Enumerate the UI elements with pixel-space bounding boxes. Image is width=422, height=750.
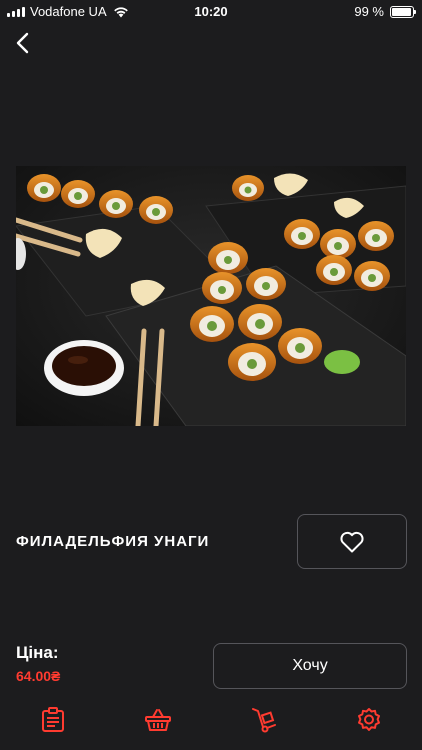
heart-icon bbox=[340, 531, 364, 552]
tab-settings[interactable] bbox=[339, 700, 399, 740]
menu-list-icon bbox=[41, 707, 64, 732]
basket-icon bbox=[145, 709, 172, 731]
price-value: 64.00₴ bbox=[16, 668, 61, 684]
back-button[interactable] bbox=[10, 30, 34, 56]
tab-menu[interactable] bbox=[23, 700, 83, 740]
tab-basket[interactable] bbox=[128, 700, 188, 740]
product-title: ФИЛАДЕЛЬФИЯ УНАГИ bbox=[16, 533, 210, 550]
price-label: Ціна: bbox=[16, 643, 59, 662]
product-image bbox=[16, 166, 406, 426]
status-bar-right: 99 % bbox=[354, 4, 416, 19]
battery-percent: 99 % bbox=[354, 4, 384, 19]
want-button[interactable]: Хочу bbox=[213, 643, 407, 689]
tab-bar bbox=[0, 700, 422, 740]
favorite-button[interactable] bbox=[297, 514, 407, 569]
status-bar: Vodafone UA 10:20 99 % bbox=[0, 0, 422, 22]
chevron-left-icon bbox=[16, 32, 29, 54]
settings-gear-icon bbox=[358, 708, 381, 731]
delivery-cart-icon bbox=[251, 708, 276, 733]
battery-icon bbox=[390, 5, 416, 18]
tab-delivery[interactable] bbox=[234, 700, 294, 740]
